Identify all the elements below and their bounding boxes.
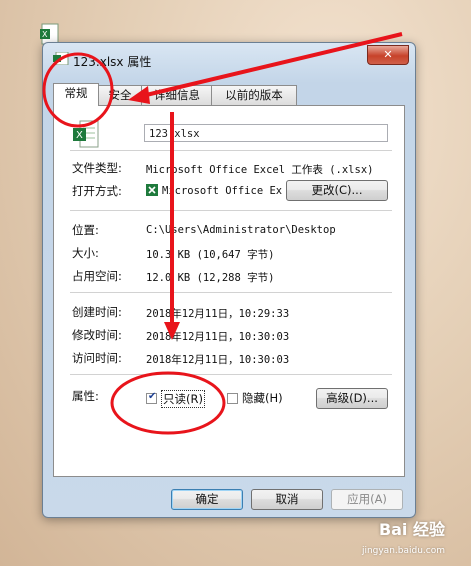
window-title: 123.xlsx 属性 (73, 55, 152, 69)
close-button[interactable]: ✕ (367, 45, 409, 65)
modified-value: 2018年12月11日，10:30:03 (146, 331, 290, 343)
filename-field[interactable]: 123.xlsx (144, 124, 388, 142)
size-value: 10.3 KB (10,647 字节) (146, 249, 275, 261)
svg-text:X: X (42, 30, 48, 39)
separator (70, 150, 392, 151)
general-pane: X 123.xlsx 文件类型: Microsoft Office Excel … (53, 105, 405, 477)
attributes-label: 属性: (72, 389, 99, 403)
created-value: 2018年12月11日，10:29:33 (146, 308, 290, 320)
change-button[interactable]: 更改(C)... (286, 180, 388, 201)
tab-general[interactable]: 常规 (53, 83, 99, 106)
file-type-value: Microsoft Office Excel 工作表 (.xlsx) (146, 164, 374, 176)
accessed-value: 2018年12月11日，10:30:03 (146, 354, 290, 366)
created-label: 创建时间: (72, 305, 122, 319)
opens-with-value: Microsoft Office Ex (162, 185, 283, 197)
ok-button[interactable]: 确定 (171, 489, 243, 510)
separator (70, 374, 392, 375)
excel-file-icon (53, 52, 69, 65)
location-label: 位置: (72, 223, 99, 237)
size-on-disk-label: 占用空间: (72, 269, 122, 283)
advanced-button[interactable]: 高级(D)... (316, 388, 388, 409)
excel-file-large-icon: X (73, 120, 99, 148)
separator (70, 210, 392, 211)
file-type-label: 文件类型: (72, 161, 122, 175)
size-label: 大小: (72, 246, 99, 260)
svg-text:X: X (76, 130, 83, 141)
tab-details[interactable]: 详细信息 (141, 85, 213, 105)
checkmark-icon: ✔ (148, 391, 157, 402)
apply-button[interactable]: 应用(A) (331, 489, 403, 510)
hidden-label[interactable]: 隐藏(H) (242, 390, 283, 406)
readonly-checkbox[interactable]: ✔ (146, 391, 157, 404)
cancel-button[interactable]: 取消 (251, 489, 323, 510)
excel-app-icon (146, 184, 158, 196)
modified-label: 修改时间: (72, 328, 122, 342)
hidden-checkbox[interactable] (227, 393, 238, 404)
opens-with-label: 打开方式: (72, 184, 122, 198)
size-on-disk-value: 12.0 KB (12,288 字节) (146, 272, 275, 284)
baidu-watermark-url: jingyan.baidu.com (361, 546, 445, 556)
baidu-watermark: Bai 经验 (378, 520, 445, 539)
location-value: C:\Users\Administrator\Desktop (146, 224, 336, 236)
separator (70, 292, 392, 293)
accessed-label: 访问时间: (72, 351, 122, 365)
tab-security[interactable]: 安全 (97, 85, 143, 105)
tab-previous-versions[interactable]: 以前的版本 (211, 85, 297, 105)
title-bar[interactable]: 123.xlsx 属性 ✕ (43, 43, 415, 73)
readonly-label[interactable]: 只读(R) (161, 390, 205, 408)
properties-window: 123.xlsx 属性 ✕ 常规 安全 详细信息 以前的版本 X 123.xls… (42, 42, 416, 518)
